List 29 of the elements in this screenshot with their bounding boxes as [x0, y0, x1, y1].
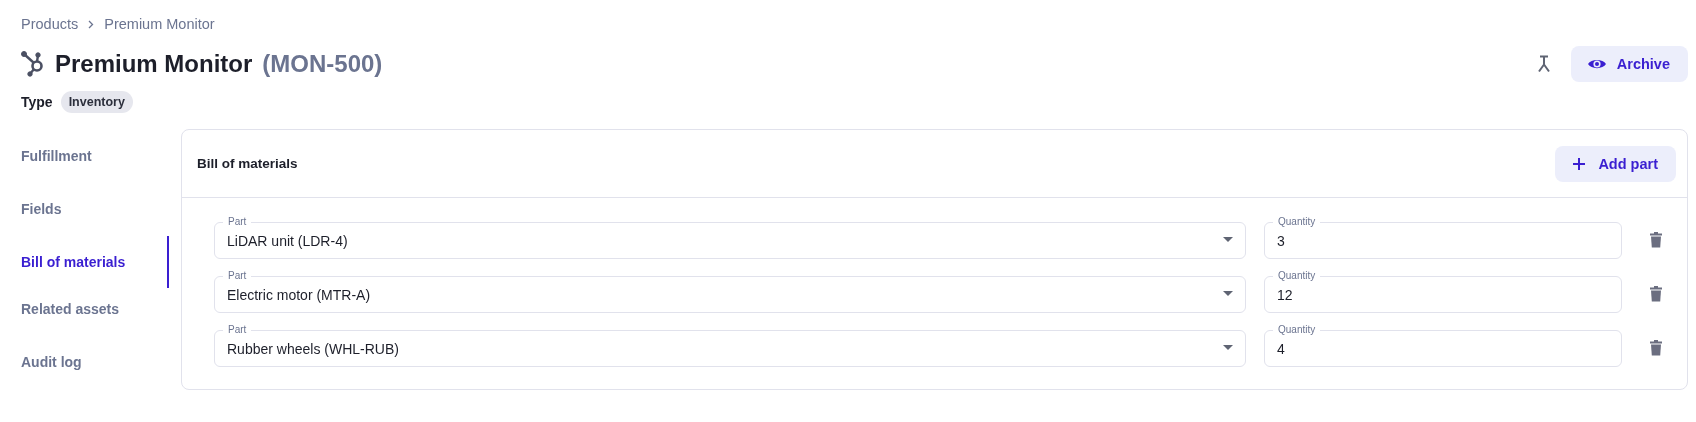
archive-button[interactable]: Archive	[1570, 46, 1688, 82]
sidebar-tab[interactable]: Audit log	[21, 342, 169, 395]
eye-icon	[1586, 57, 1607, 71]
delete-icon[interactable]	[1650, 286, 1662, 302]
part-select[interactable]: Part Electric motor (MTR-A)	[214, 268, 1246, 313]
panel-title: Bill of materials	[197, 156, 298, 171]
quantity-field[interactable]: Quantity 3	[1264, 214, 1622, 259]
quantity-field[interactable]: Quantity 12	[1264, 268, 1622, 313]
sidebar-tab[interactable]: Fulfillment	[21, 136, 169, 189]
merge-icon[interactable]	[1536, 55, 1551, 73]
product-code: (MON-500)	[262, 50, 383, 78]
add-part-button[interactable]: Add part	[1555, 145, 1676, 182]
sidebar-tab[interactable]: Bill of materials	[21, 236, 169, 288]
part-select[interactable]: Part Rubber wheels (WHL-RUB)	[214, 322, 1246, 367]
type-label: Type	[21, 94, 53, 110]
delete-icon[interactable]	[1650, 232, 1662, 248]
type-chip: Inventory	[60, 91, 133, 113]
sidebar-tab[interactable]: Related assets	[21, 289, 169, 342]
chevron-icon	[88, 19, 95, 29]
dropdown-caret-icon[interactable]	[1223, 345, 1233, 351]
breadcrumb-current: Premium Monitor	[104, 16, 215, 32]
page-title: Premium Monitor	[55, 50, 253, 78]
plus-icon	[1573, 157, 1586, 170]
delete-icon[interactable]	[1650, 340, 1662, 356]
quantity-field[interactable]: Quantity 4	[1264, 322, 1622, 367]
breadcrumb-link[interactable]: Products	[21, 16, 79, 32]
dropdown-caret-icon[interactable]	[1223, 237, 1233, 243]
part-select[interactable]: Part LiDAR unit (LDR-4)	[214, 214, 1246, 259]
dropdown-caret-icon[interactable]	[1223, 291, 1233, 297]
